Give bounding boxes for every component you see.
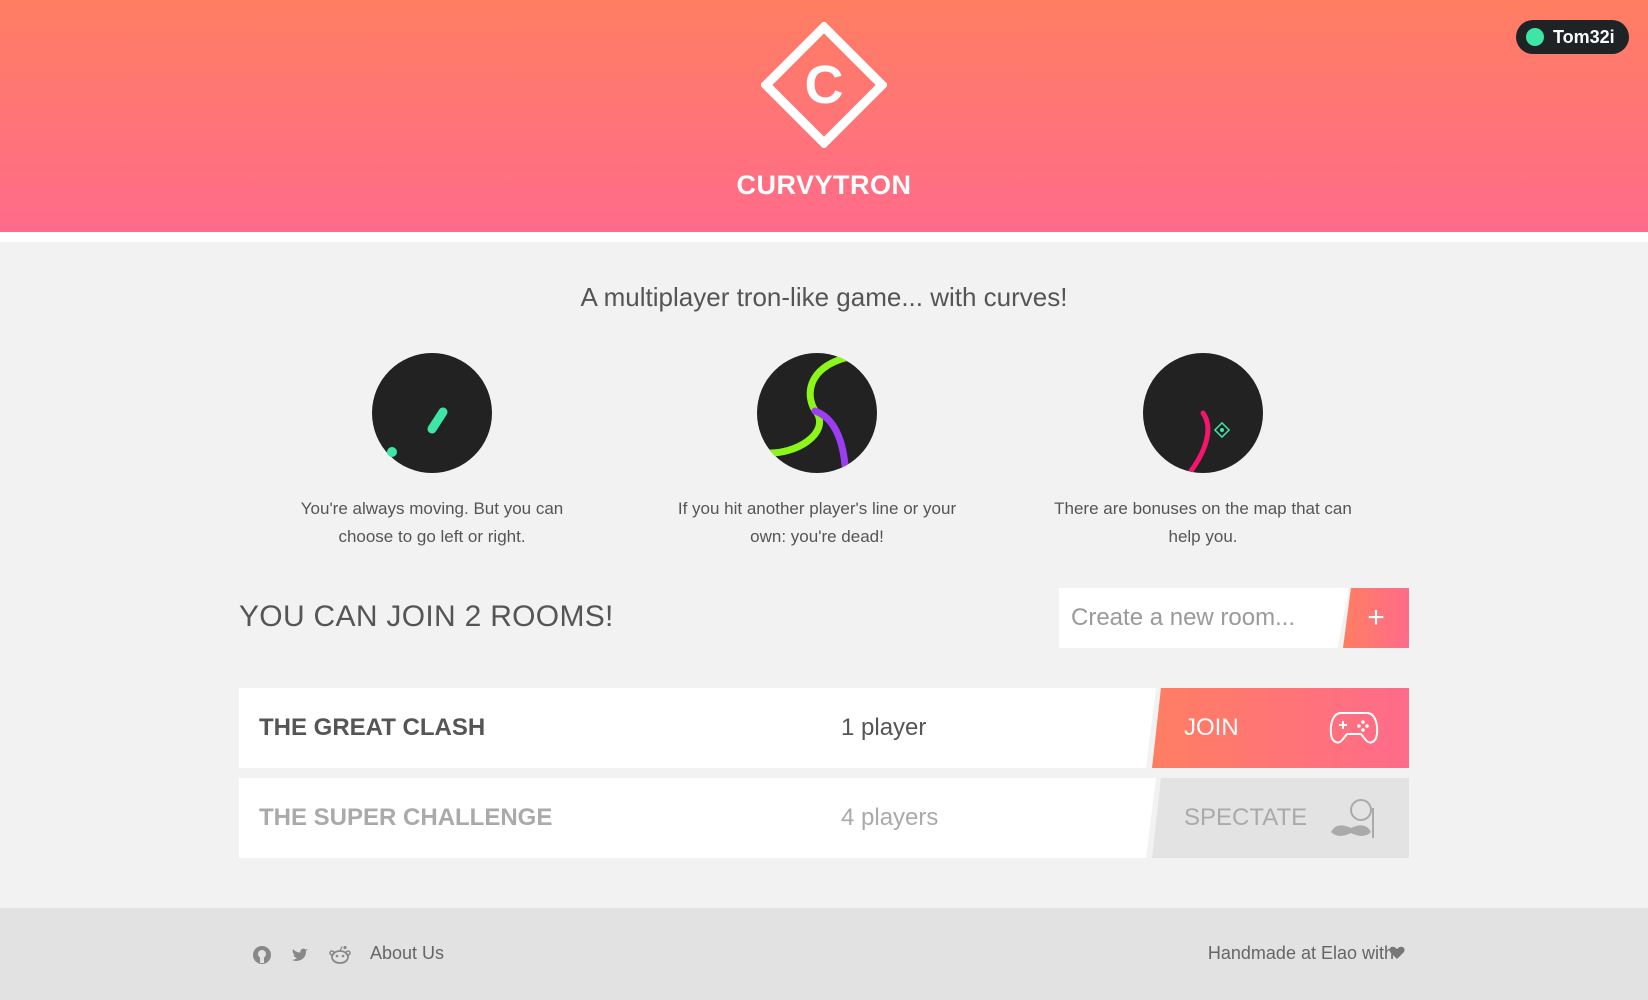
header-divider [0, 232, 1648, 242]
header-banner: C CURVYTRON Tom32i [0, 0, 1648, 232]
spectate-label: SPECTATE [1184, 804, 1308, 831]
logo-letter: C [805, 55, 844, 115]
tagline: A multiplayer tron-like game... with cur… [580, 282, 1068, 312]
bonus-icon [1143, 353, 1263, 473]
create-room-button[interactable]: + [1343, 588, 1409, 648]
feature-text: You're always moving. But you can choose… [300, 499, 564, 546]
online-status-icon [1526, 28, 1544, 46]
feature-text: There are bonuses on the map that can he… [1054, 499, 1352, 546]
user-badge[interactable]: Tom32i [1516, 20, 1629, 54]
github-icon[interactable] [252, 945, 272, 965]
curvytron-logo-icon[interactable]: C [761, 22, 887, 148]
crossing-lines-icon [757, 353, 877, 473]
feature-moving: You're always moving. But you can choose… [282, 353, 582, 551]
room-player-count: 4 players [841, 804, 939, 831]
moving-line-icon [372, 353, 492, 473]
room-name: THE GREAT CLASH [239, 688, 1156, 768]
heart-icon [1389, 946, 1405, 959]
room-row: THE GREAT CLASH 1 player JOIN [239, 688, 1409, 768]
create-room-input[interactable] [1059, 588, 1349, 648]
gamepad-icon [1329, 712, 1379, 744]
feature-bonus: There are bonuses on the map that can he… [1053, 353, 1353, 551]
handmade-text: Handmade at Elao with [1207, 943, 1394, 963]
about-us-link[interactable]: About Us [370, 943, 444, 964]
brand-title: CURVYTRON [736, 170, 912, 200]
twitter-icon[interactable] [290, 945, 310, 965]
join-label: JOIN [1184, 714, 1239, 741]
spectator-mustache-icon [1331, 799, 1374, 838]
rooms-title: YOU CAN JOIN 2 ROOMS! [239, 600, 614, 633]
user-name: Tom32i [1553, 26, 1615, 47]
spectate-room-button[interactable]: SPECTATE [1152, 778, 1409, 858]
feature-text: If you hit another player's line or your… [677, 499, 957, 546]
room-row: THE SUPER CHALLENGE 4 players SPECTATE [239, 778, 1409, 858]
room-name: THE SUPER CHALLENGE [239, 778, 1156, 858]
reddit-icon[interactable] [329, 945, 351, 965]
join-room-button[interactable]: JOIN [1152, 688, 1409, 768]
room-player-count: 1 player [841, 714, 927, 741]
feature-collision: If you hit another player's line or your… [667, 353, 967, 551]
